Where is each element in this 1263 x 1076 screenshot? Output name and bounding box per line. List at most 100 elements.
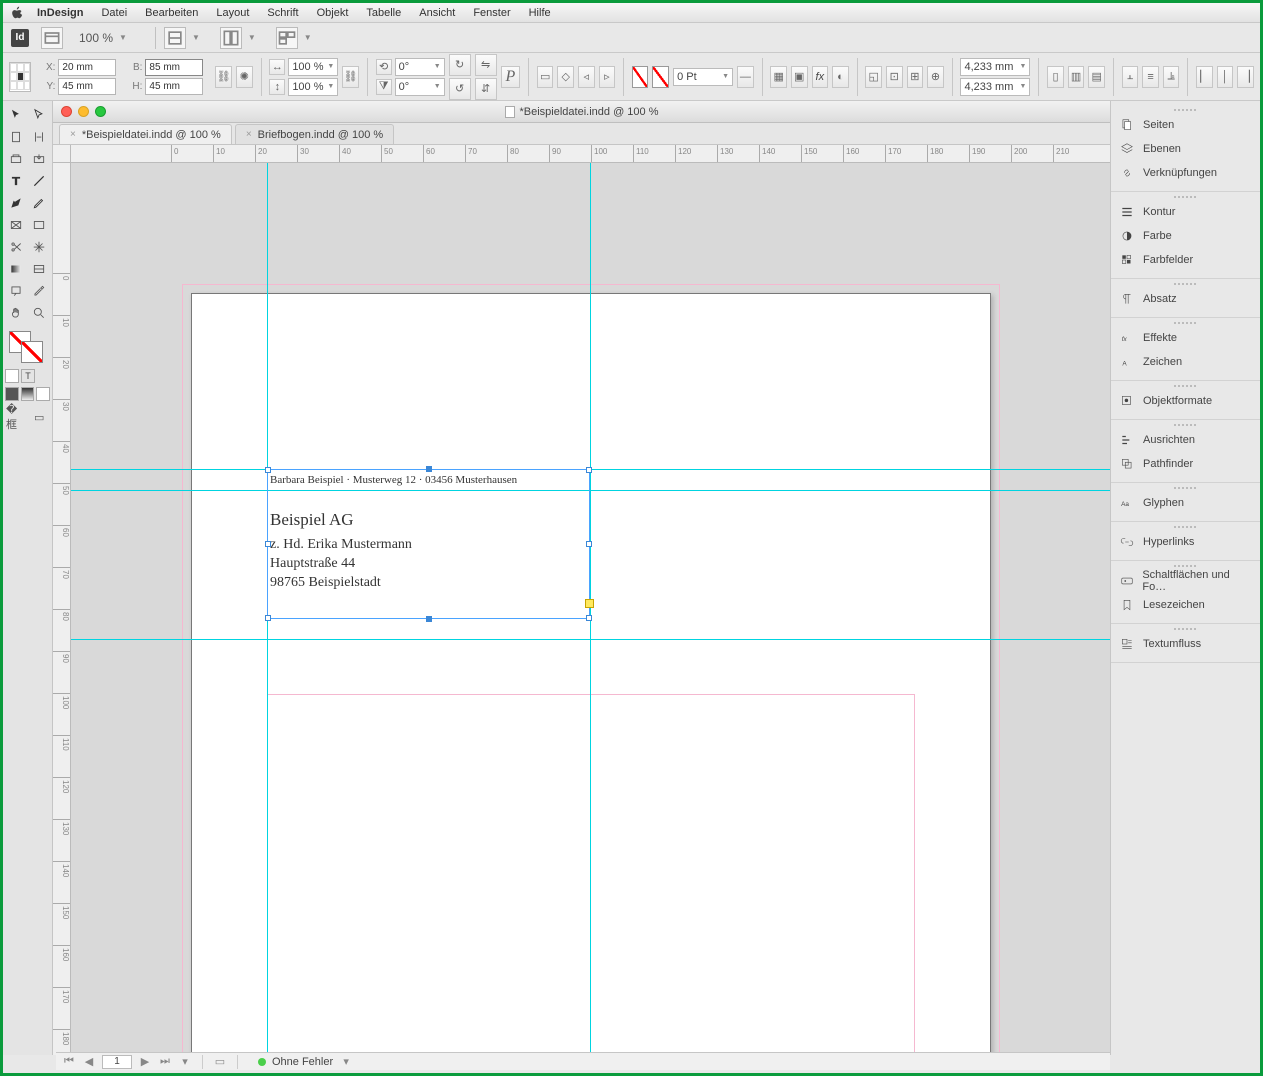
panel-char[interactable]: AZeichen <box>1111 350 1260 374</box>
stroke-weight[interactable]: 0 Pt▼ <box>673 68 733 86</box>
reference-point[interactable] <box>9 62 31 92</box>
menu-layout[interactable]: Layout <box>216 7 249 19</box>
ruler-vertical[interactable]: 0102030405060708090100110120130140150160… <box>53 163 71 1055</box>
menu-fenster[interactable]: Fenster <box>473 7 510 19</box>
screen-mode-icon[interactable] <box>220 27 242 49</box>
handle[interactable] <box>586 541 592 547</box>
bridge-icon[interactable] <box>41 27 63 49</box>
minimize-icon[interactable] <box>78 106 89 117</box>
flip-h-icon[interactable]: ⇋ <box>475 54 497 76</box>
menu-schrift[interactable]: Schrift <box>267 7 298 19</box>
center-icon[interactable]: ⊕ <box>927 66 944 88</box>
align-left-icon[interactable]: ▏ <box>1196 66 1213 88</box>
fit-content-icon[interactable]: ⊡ <box>886 66 903 88</box>
handle[interactable] <box>265 615 271 621</box>
pen-tool[interactable] <box>5 193 27 213</box>
align-right-icon[interactable]: ▕ <box>1237 66 1254 88</box>
menu-bearbeiten[interactable]: Bearbeiten <box>145 7 198 19</box>
flip-v-icon[interactable]: ⇵ <box>475 78 497 100</box>
handle[interactable] <box>586 467 592 473</box>
gap-tool[interactable] <box>29 127 51 147</box>
menu-objekt[interactable]: Objekt <box>317 7 349 19</box>
line-tool[interactable] <box>29 171 51 191</box>
col-1-icon[interactable]: ▯ <box>1047 66 1064 88</box>
canvas[interactable]: Barbara Beispiel · Musterweg 12 · 03456 … <box>71 163 1110 1055</box>
align-center-icon[interactable]: │ <box>1217 66 1234 88</box>
guide[interactable] <box>590 163 591 1055</box>
corner-icon[interactable]: ◱ <box>865 66 882 88</box>
panel-bookmark[interactable]: Lesezeichen <box>1111 593 1260 617</box>
rectangle-tool[interactable] <box>29 215 51 235</box>
hand-tool[interactable] <box>5 303 27 323</box>
rotate[interactable]: 0°▼ <box>395 58 445 76</box>
x-field[interactable] <box>58 59 116 76</box>
scissors-tool[interactable] <box>5 237 27 257</box>
gap-b[interactable]: 4,233 mm▼ <box>960 78 1030 96</box>
fill-swatch[interactable] <box>632 66 649 88</box>
handle[interactable] <box>586 615 592 621</box>
note-tool[interactable] <box>5 281 27 301</box>
dd-icon[interactable]: ▼ <box>304 33 312 42</box>
tab-active[interactable]: ×*Beispieldatei.indd @ 100 % <box>59 124 232 144</box>
next-page-icon[interactable]: ▶ <box>138 1055 152 1069</box>
menu-ansicht[interactable]: Ansicht <box>419 7 455 19</box>
panel-layers[interactable]: Ebenen <box>1111 137 1260 161</box>
close-icon[interactable] <box>61 106 72 117</box>
panel-objstyle[interactable]: Objektformate <box>1111 389 1260 413</box>
y-field[interactable] <box>58 78 116 95</box>
panel-fx[interactable]: fxEffekte <box>1111 326 1260 350</box>
zoom-tool[interactable] <box>29 303 51 323</box>
wrap-none-icon[interactable]: ▦ <box>770 66 787 88</box>
dist-mid-icon[interactable]: ≡ <box>1142 66 1159 88</box>
apply-color-icon[interactable] <box>5 369 19 383</box>
default-color-icon[interactable] <box>5 387 19 401</box>
preflight-menu-icon[interactable]: ▾ <box>339 1055 353 1069</box>
stroke-style-icon[interactable]: — <box>737 66 754 88</box>
handle[interactable] <box>265 541 271 547</box>
gradient-swatch-tool[interactable] <box>5 259 27 279</box>
gap-a[interactable]: 4,233 mm▼ <box>960 58 1030 76</box>
menu-tabelle[interactable]: Tabelle <box>366 7 401 19</box>
dist-bot-icon[interactable]: ⫡ <box>1163 66 1180 88</box>
dd-icon[interactable]: ▼ <box>248 33 256 42</box>
prev-page-icon[interactable]: ◀ <box>82 1055 96 1069</box>
handle[interactable] <box>265 467 271 473</box>
dist-top-icon[interactable]: ⫠ <box>1122 66 1139 88</box>
menu-hilfe[interactable]: Hilfe <box>529 7 551 19</box>
panel-swatches[interactable]: Farbfelder <box>1111 248 1260 272</box>
rotate-ccw-icon[interactable]: ↺ <box>449 78 471 100</box>
view-mode-preview[interactable]: ▭ <box>29 407 51 427</box>
wrap-bbox-icon[interactable]: ▣ <box>791 66 808 88</box>
panel-para[interactable]: Absatz <box>1111 287 1260 311</box>
out-port[interactable] <box>585 599 594 608</box>
scale-x[interactable]: 100 %▼ <box>288 58 338 76</box>
handle[interactable] <box>426 466 432 472</box>
gradient-feather-tool[interactable] <box>29 259 51 279</box>
constrain-icon[interactable]: ⛓ <box>215 66 232 88</box>
col-3-icon[interactable]: ▤ <box>1088 66 1105 88</box>
panel-wrap[interactable]: Textumfluss <box>1111 632 1260 656</box>
arrange-icon[interactable] <box>276 27 298 49</box>
preflight-label[interactable]: Ohne Fehler <box>272 1056 333 1068</box>
zoom-dropdown-icon[interactable]: ▼ <box>119 33 127 42</box>
fit-frame-icon[interactable]: ⊞ <box>907 66 924 88</box>
width-field[interactable] <box>145 59 203 76</box>
zoom-window-icon[interactable] <box>95 106 106 117</box>
last-page-icon[interactable]: ⏭ <box>158 1055 172 1069</box>
none-color-icon[interactable] <box>36 387 50 401</box>
ruler-horizontal[interactable]: 0102030405060708090100110120130140150160… <box>71 145 1110 163</box>
height-field[interactable] <box>145 78 203 95</box>
panel-hyperlink[interactable]: Hyperlinks <box>1111 530 1260 554</box>
pencil-tool[interactable] <box>29 193 51 213</box>
free-transform-tool[interactable] <box>29 237 51 257</box>
shear[interactable]: 0°▼ <box>395 78 445 96</box>
view-options-icon[interactable] <box>164 27 186 49</box>
stroke-swatch[interactable] <box>652 66 669 88</box>
tab-inactive[interactable]: ×Briefbogen.indd @ 100 % <box>235 124 394 144</box>
panel-align[interactable]: Ausrichten <box>1111 428 1260 452</box>
content-placer-tool[interactable] <box>29 149 51 169</box>
panel-pathfinder[interactable]: Pathfinder <box>1111 452 1260 476</box>
page-menu-icon[interactable]: ▾ <box>178 1055 192 1069</box>
type-tool[interactable] <box>5 171 27 191</box>
traffic-lights[interactable] <box>61 106 106 117</box>
